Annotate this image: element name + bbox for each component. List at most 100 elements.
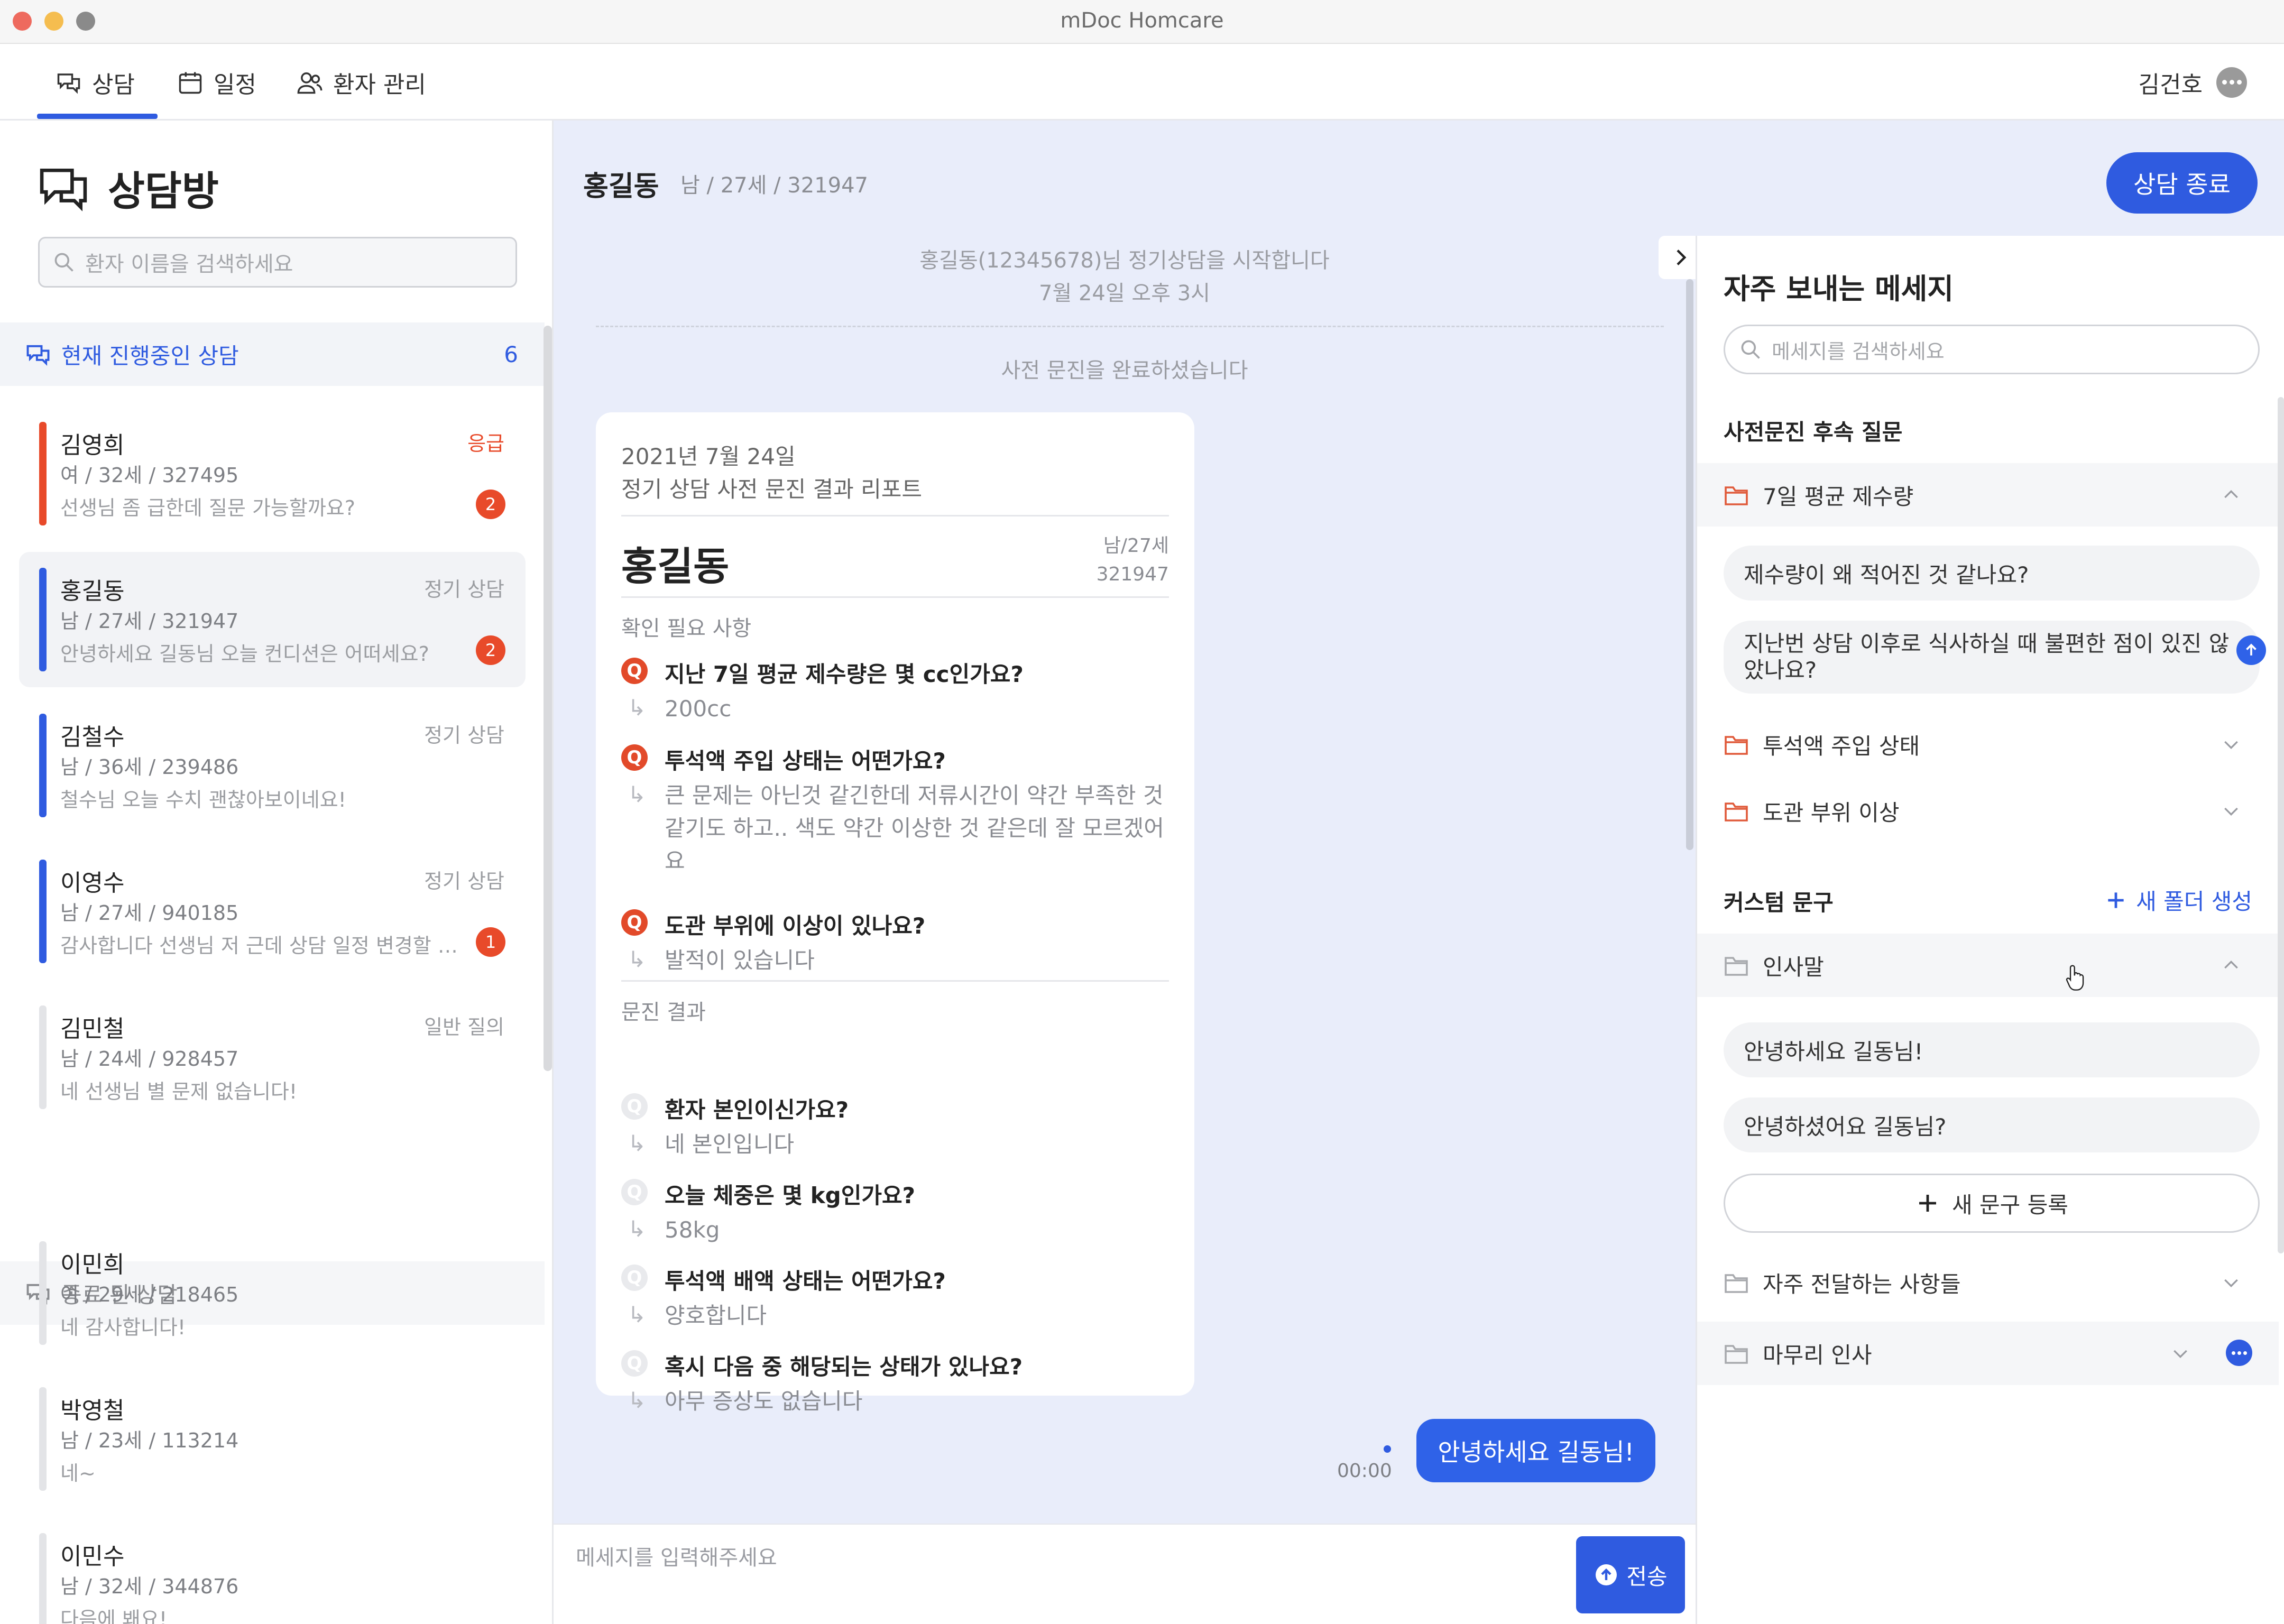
report-answer: 큰 문제는 아닌것 같긴한데 저류시간이 약간 부족한 것 같기도 하고.. 색… [665, 782, 1164, 874]
folder-icon [1725, 736, 1748, 755]
conversation-item[interactable]: 이영수 남 / 27세 / 940185 감사합니다 선생님 저 근데 상담 일정 … [19, 844, 526, 979]
plus-icon [2108, 892, 2124, 908]
folder-closing-greetings[interactable]: 마무리 인사 [1697, 1322, 2279, 1385]
report-answer: 네 본인입니다 [665, 1131, 795, 1157]
conversation-patient-meta: 남 / 36세 / 239486 [60, 755, 239, 779]
folder-dialysate-infusion[interactable]: 투석액 주입 상태 [1697, 713, 2279, 776]
conversation-preview: 네~ [60, 1462, 96, 1485]
active-tab-indicator [37, 114, 158, 119]
end-consultation-button[interactable]: 상담 종료 [2106, 152, 2258, 214]
quick-panel-scrollbar[interactable] [2278, 397, 2284, 1253]
conversation-patient-meta: 남 / 23세 / 113214 [60, 1429, 239, 1452]
report-patient-name: 홍길동 [621, 544, 730, 589]
conversation-status-bar [39, 568, 47, 671]
active-consultations-header[interactable]: 현재 진행중인 상담 6 [0, 322, 545, 386]
conversation-preview: 안녕하세요 길동님 오늘 컨디션은 어떠세요? [60, 642, 429, 666]
conversation-status-bar [39, 1533, 47, 1624]
conversation-item[interactable]: 홍길동 남 / 27세 / 321947 안녕하세요 길동님 오늘 컨디션은 어떠세… [19, 552, 526, 687]
calendar-icon [179, 72, 202, 94]
chat-scrollbar[interactable] [1686, 279, 1693, 850]
folder-weekly-fluid[interactable]: 7일 평균 제수량 [1697, 463, 2279, 527]
send-quick-message-icon[interactable] [2236, 635, 2266, 665]
question-mark-icon: Q [621, 1350, 648, 1377]
conversation-type-tag: 정기 상담 [424, 724, 504, 747]
folder-more-icon[interactable] [2226, 1340, 2252, 1366]
search-icon [54, 253, 73, 272]
question-mark-icon: Q [621, 744, 648, 771]
search-icon [1741, 340, 1760, 359]
chevron-up-icon [2224, 960, 2238, 969]
quick-messages-search-input[interactable]: 메세지를 검색하세요 [1724, 325, 2260, 374]
plus-icon [1919, 1195, 1937, 1212]
conversation-patient-name: 홍길동 [60, 578, 125, 605]
chevron-down-icon [2224, 807, 2238, 816]
report-answer: 양호합니다 [665, 1303, 767, 1328]
conversation-preview: 감사합니다 선생님 저 근데 상담 일정 변경할 수 있을까요? [60, 934, 467, 957]
report-question: 환자 본인이신가요? [665, 1097, 849, 1123]
hand-cursor-icon [2066, 965, 2084, 991]
sidebar-title: 상담방 [108, 168, 219, 215]
chevron-down-icon [2224, 741, 2238, 750]
conversation-patient-name: 박영철 [60, 1397, 125, 1424]
chevron-down-icon [2224, 1279, 2238, 1288]
conversation-type-tag: 정기 상담 [424, 870, 504, 893]
chat-messages: 홍길동(12345678)님 정기상담을 시작합니다 7월 24일 오후 3시 … [554, 236, 1702, 1524]
folder-icon [1725, 486, 1748, 505]
conversation-patient-meta: 남 / 24세 / 928457 [60, 1047, 239, 1071]
conversation-item[interactable]: 박영철남 / 23세 / 113214 네~ [19, 1371, 526, 1507]
patient-info: 남 / 27세 / 321947 [680, 173, 869, 198]
message-input[interactable]: 메세지를 입력해주세요 [576, 1540, 777, 1571]
new-phrase-button[interactable]: 새 문구 등록 [1724, 1174, 2260, 1233]
more-icon[interactable] [2216, 67, 2247, 98]
custom-section-title: 커스텀 문구 [1724, 890, 1834, 916]
question-mark-icon: Q [621, 658, 648, 684]
chat-icon [57, 73, 80, 94]
folder-frequent-notices[interactable]: 자주 전달하는 사항들 [1697, 1251, 2279, 1314]
tab-schedule[interactable]: 일정 [177, 44, 256, 121]
message-composer: 메세지를 입력해주세요 전송 [554, 1524, 1696, 1624]
answer-arrow-icon: ↳ [628, 946, 647, 972]
conversation-item[interactable]: 이민수 남 / 32세 / 344876 다음에 봬요! [19, 1517, 526, 1624]
answer-arrow-icon: ↳ [628, 1130, 647, 1156]
tab-patients[interactable]: 환자 관리 [296, 44, 426, 121]
tab-schedule-label: 일정 [214, 71, 256, 98]
question-mark-icon: Q [621, 1179, 648, 1205]
conversation-item[interactable]: 김민철 남 / 24세 / 928457 네 선생님 별 문제 없습니다! 일반 질의 [19, 990, 526, 1125]
conversation-item[interactable]: 이민희 여 / 29세 / 218465 네 감사합니다! [19, 1225, 526, 1361]
report-patient-meta: 남/27세 321947 [1097, 532, 1169, 589]
chevron-down-icon [2174, 1350, 2187, 1359]
followup-section-title: 사전문진 후속 질문 [1724, 419, 1903, 445]
folder-label: 7일 평균 제수량 [1763, 483, 1914, 510]
intake-report-card: 2021년 7월 24일 정기 상담 사전 문진 결과 리포트 홍길동 남/27… [596, 412, 1194, 1414]
answer-arrow-icon: ↳ [628, 1216, 647, 1242]
folder-icon [1725, 957, 1748, 976]
user-menu[interactable]: 김건호 [2139, 44, 2247, 121]
unread-badge: 2 [476, 635, 505, 665]
answer-arrow-icon: ↳ [628, 695, 647, 721]
report-section-results: 문진 결과 [621, 1000, 706, 1025]
conversation-item[interactable]: 김철수 남 / 36세 / 239486 철수님 오늘 수치 괜찮아보이네요! 정기 … [19, 698, 526, 833]
patient-search-placeholder: 환자 이름을 검색하세요 [85, 252, 293, 276]
conversation-status-bar [39, 1241, 47, 1345]
conversation-item[interactable]: 김영희 여 / 32세 / 327495 선생님 좀 급한데 질문 가능할까요? 응급… [19, 406, 526, 541]
sidebar-scrollbar[interactable] [544, 326, 552, 1071]
system-message-start: 홍길동(12345678)님 정기상담을 시작합니다 [919, 248, 1330, 273]
new-folder-button[interactable]: 새 폴더 생성 [2104, 884, 2252, 916]
quick-message-item[interactable]: 안녕하세요 길동님! [1724, 1022, 2260, 1077]
quick-message-item[interactable]: 제수량이 왜 적어진 것 같나요? [1724, 546, 2260, 601]
folder-greetings[interactable]: 인사말 [1697, 934, 2279, 997]
chat-rooms-icon [40, 169, 87, 211]
question-mark-icon: Q [621, 909, 648, 936]
answer-arrow-icon: ↳ [628, 1302, 647, 1327]
conversation-type-tag: 응급 [467, 432, 504, 455]
folder-catheter-site[interactable]: 도관 부위 이상 [1697, 779, 2279, 843]
quick-message-item[interactable]: 지난번 상담 이후로 식사하실 때 불편한 점이 있진 않았나요? [1724, 621, 2260, 694]
report-question: 혹시 다음 중 해당되는 상태가 있나요? [665, 1354, 1023, 1380]
sent-message-bubble[interactable]: 안녕하세요 길동님! [1416, 1419, 1655, 1482]
patient-search-input[interactable]: 환자 이름을 검색하세요 [38, 237, 517, 288]
quick-message-item[interactable]: 안녕하셨어요 길동님? [1724, 1097, 2260, 1152]
send-button-label: 전송 [1626, 1563, 1668, 1590]
chat-icon [26, 345, 50, 366]
tab-chat[interactable]: 상담 [55, 44, 135, 121]
send-button[interactable]: 전송 [1576, 1536, 1685, 1613]
